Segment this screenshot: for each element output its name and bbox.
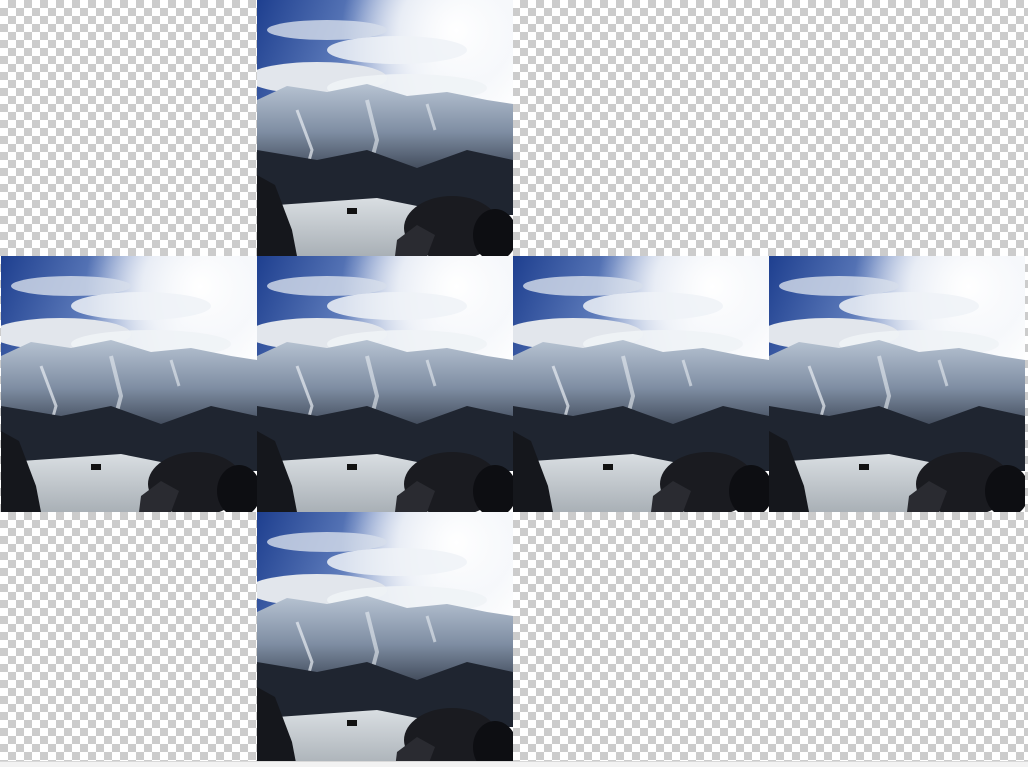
face-left bbox=[1, 256, 257, 512]
face-front bbox=[257, 256, 513, 512]
face-back bbox=[769, 256, 1025, 512]
bottom-edge bbox=[0, 761, 1028, 767]
face-right bbox=[513, 256, 769, 512]
face-bottom bbox=[257, 512, 513, 761]
face-top bbox=[257, 0, 513, 256]
cubemap-canvas bbox=[0, 0, 1028, 767]
